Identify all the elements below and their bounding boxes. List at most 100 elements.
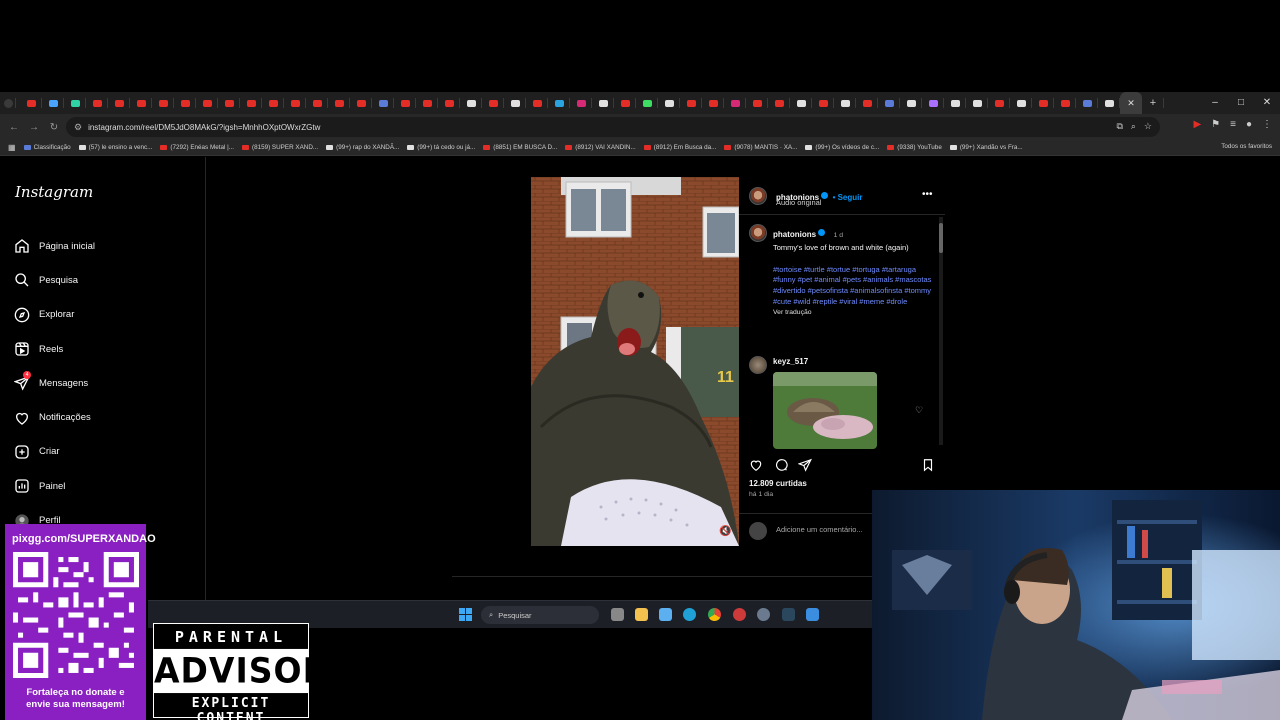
nav-dashboard[interactable]: Painel [14, 469, 95, 503]
more-options-icon[interactable]: ••• [922, 189, 933, 200]
browser-tab[interactable] [812, 92, 834, 114]
browser-tab[interactable] [86, 92, 108, 114]
browser-tab[interactable] [570, 92, 592, 114]
browser-tab[interactable] [350, 92, 372, 114]
bookmark-item[interactable]: (8851) EM BUSCA D... [483, 144, 557, 151]
store-icon[interactable] [659, 608, 672, 621]
browser-tab[interactable] [504, 92, 526, 114]
likes-count[interactable]: 12.809 curtidas [749, 479, 807, 488]
bookmark-item[interactable]: (99+) Xandão vs Fra... [949, 144, 1023, 151]
steam-icon[interactable] [782, 608, 795, 621]
start-windows-icon[interactable] [459, 608, 472, 621]
browser-tab[interactable] [306, 92, 328, 114]
author-avatar[interactable] [749, 187, 767, 205]
follow-button[interactable]: • Seguir [833, 193, 863, 202]
browser-tab[interactable] [768, 92, 790, 114]
reel-video[interactable]: 11 🔇 [531, 177, 739, 546]
extensions-icon[interactable]: ⚑ [1211, 119, 1220, 130]
install-app-icon[interactable]: ⧉ [1116, 121, 1122, 132]
browser-tab[interactable] [20, 92, 42, 114]
comment-username[interactable]: keyz_517 [773, 357, 808, 366]
taskbar-search[interactable]: ⌕ Pesquisar [481, 606, 599, 624]
browser-tab[interactable] [1054, 92, 1076, 114]
browser-tab[interactable] [262, 92, 284, 114]
bookmark-item[interactable]: (8912) Em Busca da... [643, 144, 716, 151]
browser-tab[interactable] [482, 92, 504, 114]
browser-tab[interactable] [108, 92, 130, 114]
browser-tab[interactable] [834, 92, 856, 114]
browser-tab[interactable] [64, 92, 86, 114]
browser-tab[interactable] [658, 92, 680, 114]
browser-tab[interactable] [372, 92, 394, 114]
back-button[interactable]: ← [4, 122, 24, 133]
browser-tab[interactable] [240, 92, 262, 114]
browser-tab[interactable] [1076, 92, 1098, 114]
caption-avatar[interactable] [749, 224, 767, 242]
nav-home[interactable]: Página inicial [14, 229, 95, 263]
site-info-icon[interactable]: ⚙ [74, 122, 82, 133]
browser-tab[interactable] [284, 92, 306, 114]
browser-tab[interactable] [526, 92, 548, 114]
browser-tab[interactable] [152, 92, 174, 114]
bookmark-item[interactable]: (99+) tá cedo ou já... [407, 144, 475, 151]
task-view-icon[interactable] [611, 608, 624, 621]
extension-youtube-icon[interactable]: ▶ [1193, 119, 1201, 130]
close-window-button[interactable]: ✕ [1254, 92, 1280, 114]
browser-tab[interactable] [394, 92, 416, 114]
add-comment-input[interactable]: Adicione um comentário... [776, 525, 863, 534]
browser-tab[interactable] [680, 92, 702, 114]
bookmark-item[interactable]: (9338) YouTube [887, 144, 942, 151]
bookmark-star-icon[interactable]: ☆ [1144, 121, 1152, 132]
caption-hashtags[interactable]: #tortoise #turtle #tortue #tortuga #tart… [773, 265, 933, 308]
comments-scrollbar[interactable] [939, 217, 943, 445]
like-heart-icon[interactable] [749, 458, 763, 472]
profile-avatar-icon[interactable]: ● [1246, 119, 1252, 130]
browser-tab[interactable] [218, 92, 240, 114]
save-bookmark-icon[interactable] [921, 458, 935, 472]
browser-tab[interactable] [900, 92, 922, 114]
bookmark-item[interactable]: (8912) VAI XANDIN... [565, 144, 636, 151]
reload-button[interactable]: ↻ [44, 122, 64, 133]
bookmark-item[interactable]: (7292) Enéas Metal |... [160, 144, 234, 151]
like-comment-heart-icon[interactable]: ♡ [915, 405, 923, 416]
see-translation-link[interactable]: Ver tradução [773, 309, 933, 316]
active-tab-close-button[interactable]: ✕ [1120, 92, 1142, 114]
browser-tab[interactable] [42, 92, 64, 114]
bookmark-item[interactable]: (8159) SUPER XAND... [241, 144, 318, 151]
browser-tab[interactable] [1010, 92, 1032, 114]
browser-tab[interactable] [966, 92, 988, 114]
bookmark-item[interactable]: (99+) Os vídeos de c... [805, 144, 879, 151]
maximize-button[interactable]: □ [1228, 92, 1254, 114]
browser-tab[interactable] [1032, 92, 1054, 114]
browser-tab[interactable] [460, 92, 482, 114]
forward-button[interactable]: → [24, 122, 44, 133]
share-send-icon[interactable] [798, 458, 812, 472]
bookmark-item[interactable]: (99+) rap do XANDÃ... [326, 144, 399, 151]
browser-tab[interactable] [592, 92, 614, 114]
nav-notifications[interactable]: Notificações [14, 400, 95, 434]
comment-image[interactable] [773, 372, 877, 449]
new-tab-button[interactable]: + [1142, 92, 1164, 114]
browser-tab[interactable] [196, 92, 218, 114]
minimize-button[interactable]: – [1202, 92, 1228, 114]
comment-bubble-icon[interactable] [774, 458, 788, 472]
chrome-icon[interactable] [708, 608, 721, 621]
instagram-logo[interactable]: Instagram [15, 183, 93, 201]
comment-avatar[interactable] [749, 356, 767, 374]
browser-tab[interactable] [614, 92, 636, 114]
url-text[interactable]: instagram.com/reel/DM5JdO8MAkG/?igsh=Mnh… [88, 123, 320, 132]
emoji-icon[interactable] [749, 522, 767, 540]
browser-tab[interactable] [856, 92, 878, 114]
browser-tab[interactable] [724, 92, 746, 114]
edge-icon[interactable] [683, 608, 696, 621]
browser-tab[interactable] [746, 92, 768, 114]
bookmark-item[interactable]: (57) le ensino a venc... [78, 144, 152, 151]
browser-tab[interactable] [944, 92, 966, 114]
browser-tab[interactable] [702, 92, 724, 114]
nav-reels[interactable]: Reels [14, 332, 95, 366]
browser-tab[interactable] [548, 92, 570, 114]
nav-explore[interactable]: Explorar [14, 298, 95, 332]
browser-tab[interactable] [790, 92, 812, 114]
browser-tab[interactable] [988, 92, 1010, 114]
browser-tab[interactable] [174, 92, 196, 114]
